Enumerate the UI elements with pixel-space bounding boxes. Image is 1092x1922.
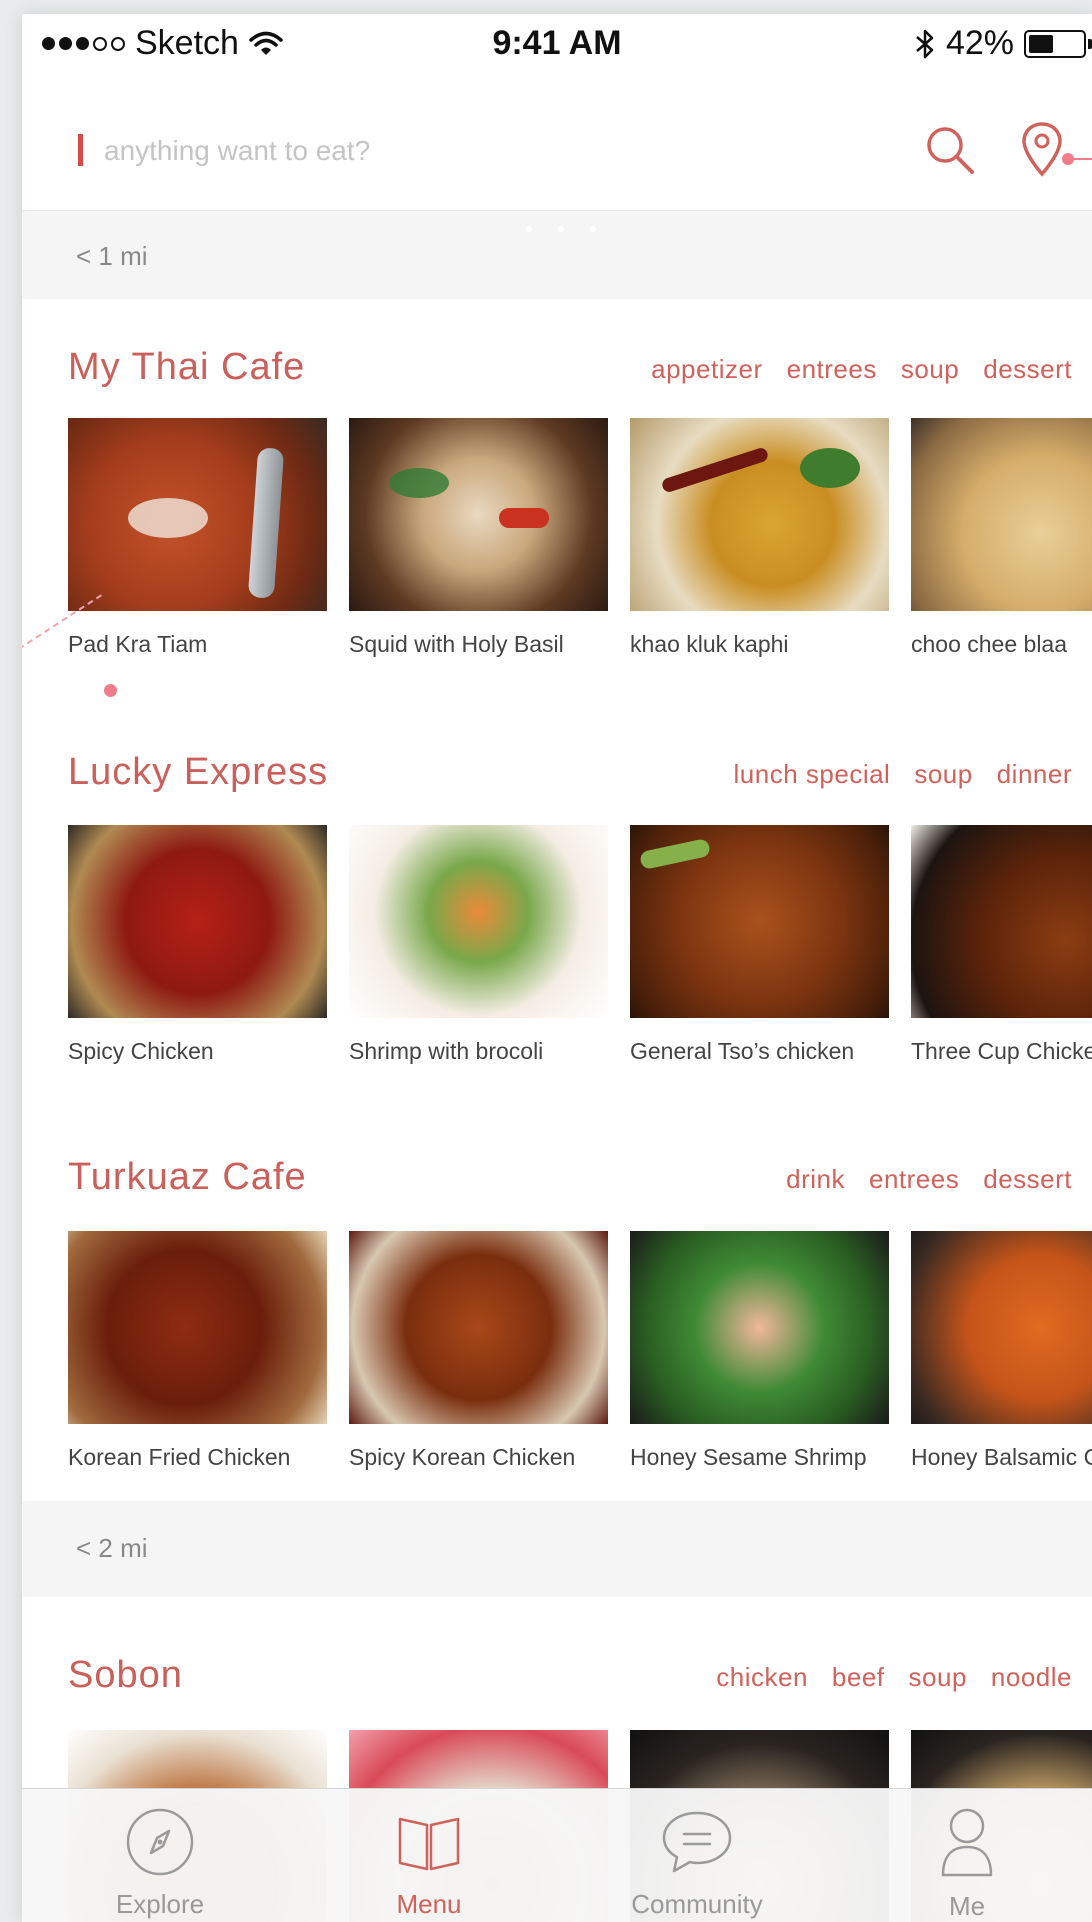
tab-label: Menu [396,1889,462,1919]
tab-menu[interactable]: Menu [329,1807,529,1920]
status-right: 42% [914,24,1092,63]
location-pin-icon[interactable] [1020,120,1064,178]
dish-photo [68,1231,327,1424]
dish-card[interactable]: choo chee blaa [911,418,1092,658]
category-tab[interactable]: drink [786,1164,845,1195]
battery-tip [1088,38,1092,49]
distance-label: < 1 mi [76,241,148,271]
category-tab[interactable]: dinner [997,759,1072,790]
tab-community[interactable]: Community [597,1807,797,1920]
dish-card[interactable]: Three Cup Chicke [911,825,1092,1065]
category-tabs: drink entrees dessert [786,1164,1072,1195]
dish-photo [911,1231,1092,1424]
dish-photo [68,418,327,611]
dish-card[interactable]: Honey Balsamic C [911,1231,1092,1471]
category-tabs: appetizer entrees soup dessert [651,354,1072,385]
dish-card[interactable]: Pad Kra Tiam [68,418,327,658]
dish-name: Honey Sesame Shrimp [630,1444,867,1470]
dish-name: khao kluk kaphi [630,631,789,657]
category-tab[interactable]: appetizer [651,354,762,385]
dish-photo [68,825,327,1018]
dish-name: Honey Balsamic C [911,1444,1092,1470]
dish-photo [349,1231,608,1424]
dish-name: Three Cup Chicke [911,1038,1092,1064]
dish-photo [349,825,608,1018]
text-cursor [78,134,83,166]
bluetooth-icon [916,29,934,58]
dish-photo [630,418,889,611]
annotation-line [1068,158,1092,160]
dish-photo [630,1231,889,1424]
restaurant-name[interactable]: My Thai Cafe [68,346,305,389]
dish-name: Korean Fried Chicken [68,1444,291,1470]
restaurant-name[interactable]: Turkuaz Cafe [68,1156,307,1199]
category-tabs: lunch special soup dinner [734,759,1072,790]
dish-name: Spicy Korean Chicken [349,1444,576,1470]
dish-card[interactable]: Honey Sesame Shrimp [630,1231,889,1471]
dish-photo [349,418,608,611]
book-icon [398,1817,460,1871]
phone-screen: Sketch 9:41 AM 42% anything want to eat?… [22,14,1092,1922]
search-icon[interactable] [922,122,978,178]
dish-card[interactable]: Spicy Chicken [68,825,327,1065]
dish-card[interactable]: Shrimp with brocoli [349,825,608,1065]
person-icon [941,1808,993,1877]
category-tab[interactable]: soup [909,1662,967,1693]
distance-banner: < 2 mi [22,1501,1092,1597]
category-tab[interactable]: entrees [787,354,877,385]
tab-label: Explore [115,1889,205,1919]
dish-list: Spicy Chicken Shrimp with brocoli Genera… [68,825,1092,1065]
category-tab[interactable]: soup [901,354,959,385]
category-tabs: chicken beef soup noodle [716,1662,1072,1693]
dish-card[interactable]: Squid with Holy Basil [349,418,608,658]
dish-card[interactable]: Korean Fried Chicken [68,1231,327,1471]
dish-photo [911,418,1092,611]
compass-icon [126,1808,194,1876]
battery-icon [1024,29,1086,58]
dish-card[interactable]: General Tso’s chicken [630,825,889,1065]
dish-name: Pad Kra Tiam [68,631,208,657]
tab-label: Community [631,1889,763,1919]
category-tab[interactable]: lunch special [734,759,891,790]
category-tab[interactable]: dessert [983,354,1072,385]
chat-bubble-icon [662,1811,732,1873]
tab-me[interactable]: Me [867,1807,1067,1922]
category-tab[interactable]: chicken [716,1662,808,1693]
distance-banner: < 1 mi [22,211,1092,299]
search-bar [22,76,1092,211]
dish-list: Pad Kra Tiam Squid with Holy Basil khao … [68,418,1092,658]
tab-bar: Explore Menu Community Me [22,1788,1092,1922]
category-tab[interactable]: beef [832,1662,885,1693]
category-tab[interactable]: entrees [869,1164,959,1195]
dish-name: Shrimp with brocoli [349,1038,544,1064]
dish-name: Spicy Chicken [68,1038,214,1064]
dish-photo [911,825,1092,1018]
dish-name: General Tso’s chicken [630,1038,855,1064]
restaurant-name[interactable]: Sobon [68,1654,183,1697]
search-input[interactable] [102,126,806,176]
dish-list: Korean Fried Chicken Spicy Korean Chicke… [68,1231,1092,1471]
battery-percent: 42% [945,24,1014,62]
restaurant-name[interactable]: Lucky Express [68,751,328,794]
page-indicator [526,226,596,232]
dish-name: choo chee blaa [911,631,1068,657]
category-tab[interactable]: soup [914,759,972,790]
dish-name: Squid with Holy Basil [349,631,564,657]
tab-label: Me [948,1891,986,1921]
dish-card[interactable]: khao kluk kaphi [630,418,889,658]
category-tab[interactable]: noodle [991,1662,1072,1693]
status-bar: Sketch 9:41 AM 42% [22,14,1092,76]
tab-explore[interactable]: Explore [60,1807,260,1920]
category-tab[interactable]: dessert [983,1164,1072,1195]
distance-label: < 2 mi [76,1533,148,1563]
dish-card[interactable]: Spicy Korean Chicken [349,1231,608,1471]
annotation-dot [104,684,117,697]
dish-photo [630,825,889,1018]
